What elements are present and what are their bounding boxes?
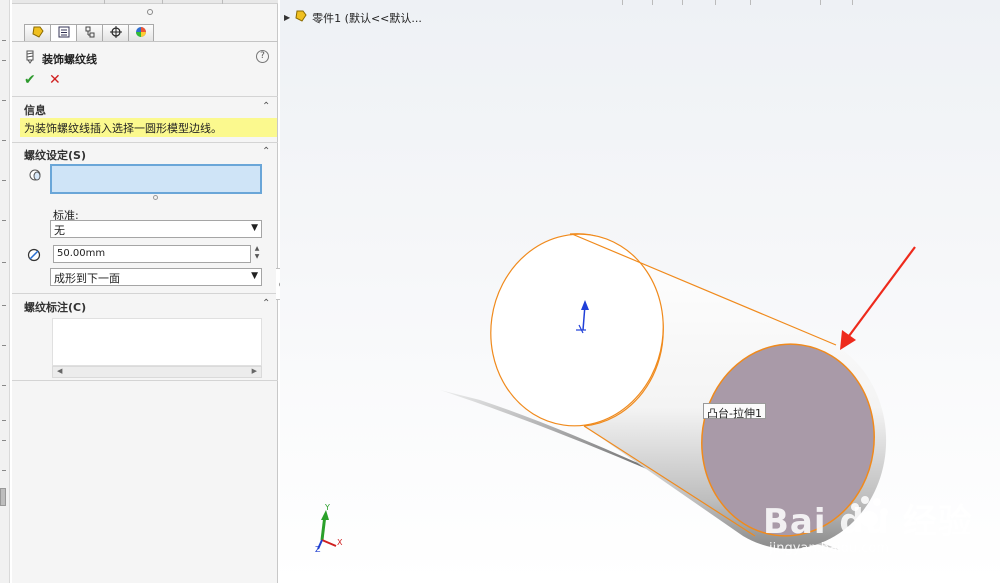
left-tool-strip bbox=[0, 0, 10, 583]
strip-tick bbox=[2, 420, 6, 421]
dimxpert-tab[interactable] bbox=[102, 24, 128, 42]
feature-title-text: 装饰螺纹线 bbox=[42, 52, 97, 66]
strip-tick bbox=[2, 140, 6, 141]
diameter-spinner[interactable]: ▲ ▼ bbox=[252, 245, 262, 263]
property-manager-icon bbox=[57, 25, 71, 42]
display-manager-icon bbox=[134, 25, 148, 42]
configuration-manager-tab[interactable] bbox=[76, 24, 102, 42]
diameter-input[interactable]: 50.00mm bbox=[53, 245, 251, 263]
baidu-watermark: Bai du 经验 bbox=[763, 502, 973, 542]
diameter-icon bbox=[27, 248, 41, 265]
strip-tick bbox=[2, 100, 6, 101]
feature-manager-tab[interactable] bbox=[24, 24, 50, 42]
red-arrow bbox=[845, 246, 916, 341]
horizontal-scrollbar[interactable]: ◀ ▶ bbox=[52, 366, 262, 378]
panel-top-bar bbox=[12, 0, 278, 4]
info-message: 为装饰螺纹线插入选择一圆形模型边线。 bbox=[20, 118, 277, 137]
dropdown-arrow-icon: ▼ bbox=[251, 271, 258, 281]
triad-x-axis bbox=[321, 539, 337, 547]
help-icon[interactable]: ? bbox=[256, 50, 269, 63]
display-manager-tab[interactable] bbox=[128, 24, 154, 42]
thread-callout-box[interactable] bbox=[52, 318, 262, 366]
dimxpert-icon bbox=[109, 25, 123, 42]
panel-grip-handle[interactable] bbox=[147, 9, 153, 15]
cosmetic-thread-icon bbox=[24, 50, 36, 67]
baidu-watermark-url: jingyan.baidu.com bbox=[769, 541, 889, 556]
feature-title: 装饰螺纹线 bbox=[24, 50, 97, 67]
circular-edge-icon bbox=[28, 168, 42, 185]
strip-tick bbox=[2, 60, 6, 61]
strip-scroll-block[interactable] bbox=[0, 488, 6, 506]
info-section-title[interactable]: 信息 bbox=[24, 102, 46, 118]
graphics-viewport[interactable]: ▶ 零件1 (默认<<默认... 凸台-拉伸1 Y Z X Bai du 经验 … bbox=[280, 0, 1000, 583]
end-condition-value: 成形到下一面 bbox=[54, 272, 120, 285]
strip-tick bbox=[2, 180, 6, 181]
end-condition-dropdown[interactable]: 成形到下一面 ▼ bbox=[50, 268, 262, 286]
cancel-button[interactable]: ✕ bbox=[49, 72, 61, 88]
property-manager-tab[interactable] bbox=[50, 24, 76, 42]
strip-tick bbox=[2, 40, 6, 41]
strip-tick bbox=[2, 470, 6, 471]
strip-tick bbox=[2, 385, 6, 386]
triad-x-label: X bbox=[337, 538, 343, 547]
chevron-up-icon[interactable]: ⌃ bbox=[262, 101, 270, 112]
triad-z-label: Z bbox=[315, 545, 321, 554]
strip-tick bbox=[2, 305, 6, 306]
chevron-up-icon[interactable]: ⌃ bbox=[262, 298, 270, 309]
manager-tabs bbox=[24, 24, 154, 42]
thread-callout-section-title[interactable]: 螺纹标注(C) bbox=[24, 299, 86, 315]
property-manager-panel: 装饰螺纹线 ? ✔ ✕ 信息 ⌃ 为装饰螺纹线插入选择一圆形模型边线。 螺纹设定… bbox=[12, 0, 278, 583]
scroll-left-icon[interactable]: ◀ bbox=[57, 367, 62, 375]
thread-settings-section-title[interactable]: 螺纹设定(S) bbox=[24, 147, 86, 163]
edge-selection-box[interactable] bbox=[50, 164, 262, 194]
feature-tooltip: 凸台-拉伸1 bbox=[703, 403, 766, 420]
feature-manager-icon bbox=[31, 25, 45, 42]
ok-button[interactable]: ✔ bbox=[24, 72, 36, 88]
strip-tick bbox=[2, 262, 6, 263]
strip-tick bbox=[2, 345, 6, 346]
chevron-up-icon[interactable]: ⌃ bbox=[262, 146, 270, 157]
standard-dropdown-value: 无 bbox=[54, 224, 65, 237]
configuration-manager-icon bbox=[83, 25, 97, 42]
resize-handle[interactable] bbox=[153, 195, 158, 200]
dropdown-arrow-icon: ▼ bbox=[251, 223, 258, 233]
triad-y-label: Y bbox=[325, 503, 330, 512]
standard-dropdown[interactable]: 无 ▼ bbox=[50, 220, 262, 238]
strip-tick bbox=[2, 440, 6, 441]
scroll-right-icon[interactable]: ▶ bbox=[252, 367, 257, 375]
strip-tick bbox=[2, 220, 6, 221]
